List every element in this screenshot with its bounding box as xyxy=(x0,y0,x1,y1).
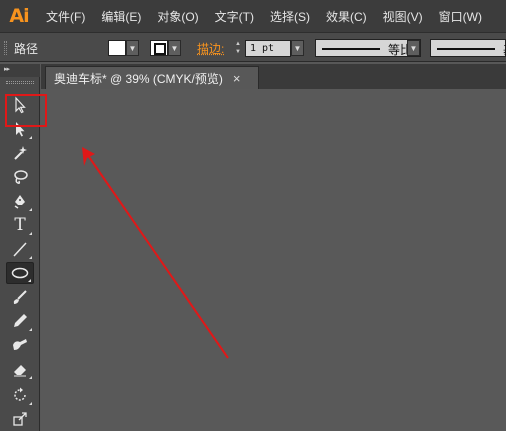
paintbrush-tool[interactable] xyxy=(6,286,34,308)
flyout-indicator xyxy=(29,328,32,331)
flyout-indicator xyxy=(29,256,32,259)
scale-tool[interactable] xyxy=(6,408,34,430)
menu-select[interactable]: 选择(S) xyxy=(262,0,318,32)
eraser-icon xyxy=(14,365,26,377)
menu-type[interactable]: 文字(T) xyxy=(207,0,262,32)
chevron-down-icon: ▼ xyxy=(128,43,137,53)
flyout-indicator xyxy=(29,232,32,235)
menu-object[interactable]: 对象(O) xyxy=(149,0,206,32)
stroke-weight-spinner[interactable]: ▲ ▼ xyxy=(231,40,245,56)
brush-icon xyxy=(13,290,27,304)
rotate-tool[interactable] xyxy=(6,384,34,406)
fill-color-swatch[interactable] xyxy=(108,40,126,56)
brush-definition-select[interactable]: 基本 xyxy=(430,39,506,57)
flyout-indicator xyxy=(29,376,32,379)
menu-file[interactable]: 文件(F) xyxy=(38,0,93,32)
control-bar-grip[interactable] xyxy=(4,41,7,55)
document-tab-title: 奥迪车标* @ 39% (CMYK/预览) xyxy=(54,71,223,86)
close-icon[interactable]: × xyxy=(233,71,241,86)
menu-window[interactable]: 窗口(W) xyxy=(431,0,490,32)
flyout-indicator xyxy=(29,136,32,139)
tools-panel-header: ▸▸ xyxy=(0,64,40,77)
variable-width-profile-select[interactable]: 等比 xyxy=(315,39,421,57)
stroke-color-dropdown[interactable]: ▼ xyxy=(168,40,181,56)
line-segment-tool[interactable] xyxy=(6,238,34,260)
arrow-up-icon: ▲ xyxy=(235,41,241,47)
scale-icon xyxy=(13,412,27,426)
menu-edit[interactable]: 编辑(E) xyxy=(93,0,149,32)
type-icon: T xyxy=(14,215,26,235)
blob-brush-tool[interactable] xyxy=(6,334,34,356)
magic-wand-tool[interactable] xyxy=(6,142,34,164)
profile-line-preview xyxy=(322,48,380,50)
fill-color-dropdown[interactable]: ▼ xyxy=(126,40,139,56)
stroke-label[interactable]: 描边: xyxy=(197,40,224,57)
artboard-canvas[interactable] xyxy=(41,89,506,431)
lasso-icon xyxy=(14,170,28,184)
pencil-icon xyxy=(14,314,27,327)
magic-wand-icon xyxy=(14,146,27,160)
document-tab-strip: 奥迪车标* @ 39% (CMYK/预览) × xyxy=(41,64,506,89)
profile-dropdown[interactable]: ▼ xyxy=(407,40,420,56)
flyout-indicator xyxy=(29,402,32,405)
pencil-tool[interactable] xyxy=(6,310,34,332)
pen-tool[interactable] xyxy=(6,190,34,212)
chevron-down-icon: ▼ xyxy=(409,43,418,53)
flyout-indicator xyxy=(29,208,32,211)
eraser-tool[interactable] xyxy=(6,358,34,380)
line-icon xyxy=(13,242,27,257)
rotate-icon xyxy=(14,387,26,401)
stroke-weight-input[interactable]: 1 pt xyxy=(245,40,291,57)
blob-brush-icon xyxy=(13,339,27,350)
collapse-panel-icon[interactable]: ▸▸ xyxy=(4,65,10,73)
chevron-down-icon: ▼ xyxy=(170,43,179,53)
app-logo: Ai xyxy=(9,5,29,27)
pen-icon xyxy=(14,195,25,209)
selection-tool-highlight-box xyxy=(5,94,47,127)
ellipse-icon xyxy=(11,267,29,279)
ellipse-tool[interactable] xyxy=(6,262,34,284)
stroke-color-swatch[interactable] xyxy=(150,40,168,56)
lasso-tool[interactable] xyxy=(6,166,34,188)
type-tool[interactable]: T xyxy=(6,214,34,236)
document-tab[interactable]: 奥迪车标* @ 39% (CMYK/预览) × xyxy=(45,66,259,89)
flyout-indicator xyxy=(28,279,31,282)
menu-bar: Ai 文件(F) 编辑(E) 对象(O) 文字(T) 选择(S) 效果(C) 视… xyxy=(0,0,506,32)
tools-panel-grip[interactable] xyxy=(6,81,34,84)
menu-view[interactable]: 视图(V) xyxy=(375,0,431,32)
stroke-weight-dropdown[interactable]: ▼ xyxy=(291,40,304,56)
menu-effect[interactable]: 效果(C) xyxy=(318,0,375,32)
chevron-down-icon: ▼ xyxy=(293,43,302,53)
control-bar: 路径 ▼ ▼ 描边: ▲▼ 1 pt ▼ 等比 ▼ 基本 xyxy=(0,32,506,62)
brush-line-preview xyxy=(437,48,495,50)
selection-type-label: 路径 xyxy=(14,42,39,56)
arrow-down-icon: ▼ xyxy=(235,49,241,55)
